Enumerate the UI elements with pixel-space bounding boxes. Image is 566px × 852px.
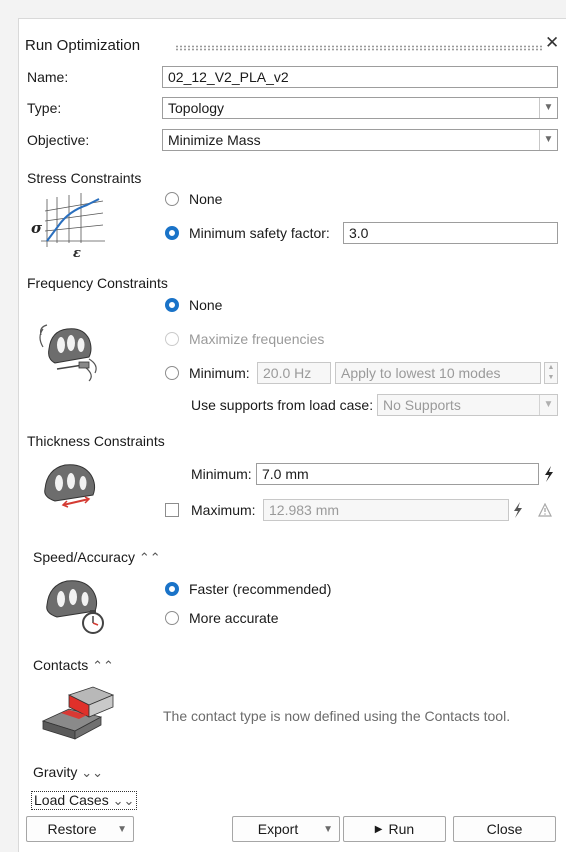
speed-accuracy-label: Speed/Accuracy [33,549,135,565]
export-button[interactable]: Export ▼ [232,816,340,842]
supports-value: No Supports [383,397,461,413]
double-chevron-down-icon[interactable]: ⌄⌄ [113,793,135,808]
frequency-none-label: None [189,297,223,313]
frequency-minimum-value: 20.0 Hz [263,365,312,381]
modes-spinner[interactable]: ▲ ▼ [544,362,558,384]
thickness-max-label: Maximum: [191,502,256,518]
contacts-icon [41,686,115,740]
close-icon[interactable]: ✕ [545,33,559,53]
thickness-part-icon [44,464,96,508]
objective-select[interactable]: Minimize Mass ▼ [162,129,558,151]
gravity-heading[interactable]: Gravity ⌄⌄ [33,764,103,781]
frequency-minimum-radio[interactable] [165,366,179,380]
svg-text:ε: ε [73,246,81,259]
objective-value: Minimize Mass [168,132,261,148]
run-label: Run [388,821,415,837]
chevron-down-icon[interactable]: ▼ [117,824,127,835]
load-cases-label: Load Cases [34,792,109,808]
stress-none-label: None [189,191,223,207]
speed-accurate-label: More accurate [189,610,279,626]
svg-text:σ: σ [31,219,43,237]
min-safety-factor-field[interactable]: 3.0 [343,222,558,244]
drag-handle[interactable] [175,45,543,51]
stress-none-radio[interactable] [165,192,179,206]
speed-part-icon [46,580,104,634]
export-label: Export [257,821,299,837]
chevron-down-icon[interactable]: ▼ [539,98,557,118]
min-safety-factor-value: 3.0 [349,225,369,241]
gravity-label: Gravity [33,764,78,780]
speed-faster-radio[interactable] [165,582,179,596]
double-chevron-down-icon[interactable]: ⌄⌄ [81,765,103,780]
spin-up-icon[interactable]: ▲ [545,363,557,373]
thickness-min-value: 7.0 mm [262,466,309,482]
lightning-icon[interactable] [512,501,524,519]
restore-label: Restore [47,821,97,837]
speed-accurate-radio[interactable] [165,611,179,625]
name-label: Name: [27,69,69,85]
panel-title: Run Optimization [25,37,141,54]
restore-button[interactable]: Restore ▼ [26,816,134,842]
speed-faster-label: Faster (recommended) [189,581,332,597]
contacts-heading[interactable]: Contacts ⌃⌃ [33,657,114,674]
thickness-max-checkbox[interactable] [165,503,179,517]
type-label: Type: [27,100,62,116]
frequency-constraints-heading: Frequency Constraints [27,275,168,291]
frequency-modes-field[interactable]: Apply to lowest 10 modes [335,362,541,384]
load-cases-heading[interactable]: Load Cases ⌄⌄ [31,791,138,810]
name-field[interactable]: 02_12_V2_PLA_v2 [162,66,558,88]
close-button[interactable]: Close [453,816,556,842]
run-button[interactable]: ▶ Run [343,816,446,842]
contacts-note: The contact type is now defined using th… [163,708,511,724]
lightning-icon[interactable] [543,465,555,483]
stress-constraints-heading: Stress Constraints [27,170,142,186]
close-label: Close [486,821,523,837]
frequency-maximize-radio[interactable] [165,332,179,346]
thickness-min-label: Minimum: [191,466,252,482]
frequency-part-icon [39,324,97,382]
objective-label: Objective: [27,132,90,148]
thickness-constraints-heading: Thickness Constraints [27,433,165,449]
chevron-down-icon[interactable]: ▼ [539,130,557,150]
double-chevron-up-icon[interactable]: ⌃⌃ [92,658,114,673]
supports-select[interactable]: No Supports ▼ [377,394,558,416]
frequency-modes-value: Apply to lowest 10 modes [341,365,501,381]
chevron-down-icon[interactable]: ▼ [539,395,557,415]
play-icon: ▶ [374,823,383,835]
stress-strain-icon: σ ε [31,193,105,259]
frequency-none-radio[interactable] [165,298,179,312]
stress-min-sf-radio[interactable] [165,226,179,240]
run-optimization-panel: Run Optimization ✕ Name: 02_12_V2_PLA_v2… [18,18,566,852]
speed-accuracy-heading[interactable]: Speed/Accuracy ⌃⌃ [33,549,161,566]
type-select[interactable]: Topology ▼ [162,97,558,119]
frequency-maximize-label: Maximize frequencies [189,331,325,347]
frequency-minimum-field[interactable]: 20.0 Hz [257,362,331,384]
double-chevron-up-icon[interactable]: ⌃⌃ [139,550,161,565]
contacts-label: Contacts [33,657,89,673]
chevron-down-icon[interactable]: ▼ [323,824,333,835]
spin-down-icon[interactable]: ▼ [545,373,557,383]
thickness-min-field[interactable]: 7.0 mm [256,463,539,485]
stress-min-sf-label: Minimum safety factor: [189,225,330,241]
supports-label: Use supports from load case: [191,397,374,413]
name-value: 02_12_V2_PLA_v2 [168,69,289,85]
frequency-minimum-label: Minimum: [189,365,250,381]
thickness-max-value: 12.983 mm [269,502,340,518]
warning-icon [538,503,552,517]
thickness-max-field[interactable]: 12.983 mm [263,499,509,521]
type-value: Topology [168,100,225,116]
